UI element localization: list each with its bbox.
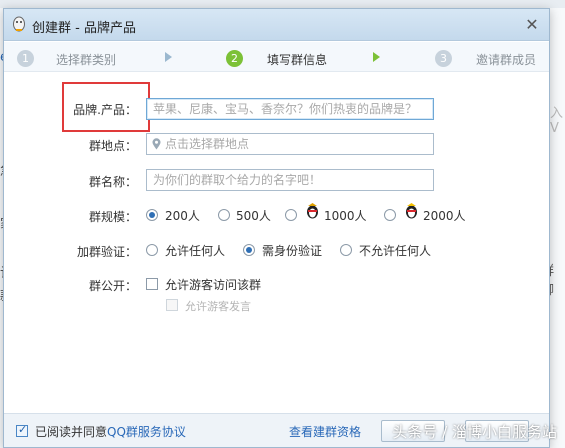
- background-toolbar: [0, 0, 565, 8]
- size-1000-label[interactable]: 1000人: [324, 207, 367, 224]
- visitor-access-checkbox[interactable]: [146, 278, 158, 290]
- step-2-label: 填写群信息: [267, 53, 328, 67]
- size-200-label[interactable]: 200人: [165, 207, 200, 224]
- verify-nobody-label[interactable]: 不允许任何人: [359, 242, 431, 259]
- size-1000-radio[interactable]: [285, 209, 297, 221]
- step-3-number: 3: [435, 50, 452, 67]
- agree-text: 已阅读并同意QQ群服务协议: [35, 423, 186, 440]
- verify-anyone-radio[interactable]: [146, 244, 158, 256]
- size-500-radio[interactable]: [218, 209, 230, 221]
- create-group-dialog: 创建群 - 品牌产品 ✕ 1 选择群类别 2 填写群信息 3 邀请群成员 品牌.…: [3, 8, 550, 448]
- location-pin-icon: [152, 138, 161, 150]
- step-indicator: 1 选择群类别 2 填写群信息 3 邀请群成员: [4, 42, 549, 72]
- visitor-speak-checkbox[interactable]: [166, 299, 178, 311]
- size-500-label[interactable]: 500人: [236, 207, 271, 224]
- verify-anyone-label[interactable]: 允许任何人: [165, 242, 225, 259]
- group-name-input-placeholder: 为你们的群取个给力的名字吧！: [153, 173, 322, 187]
- group-name-label: 群名称：: [88, 175, 137, 189]
- qq-penguin-icon: [307, 203, 318, 219]
- qq-penguin-icon: [406, 203, 417, 219]
- verify-nobody-radio[interactable]: [340, 244, 352, 256]
- close-button[interactable]: ✕: [523, 16, 541, 34]
- brand-input[interactable]: 苹果、尼康、宝马、香奈尔？你们热衷的品牌是？: [146, 98, 434, 120]
- qualification-link[interactable]: 查看建群资格: [289, 423, 361, 440]
- service-agreement-link[interactable]: QQ群服务协议: [107, 425, 186, 439]
- size-2000-label[interactable]: 2000人: [423, 207, 466, 224]
- verify-identity-radio[interactable]: [243, 244, 255, 256]
- step-3-label: 邀请群成员: [476, 53, 537, 67]
- dialog-titlebar[interactable]: 创建群 - 品牌产品 ✕: [4, 9, 549, 41]
- location-input[interactable]: 点击选择群地点: [146, 133, 434, 155]
- public-label: 群公开：: [88, 279, 137, 293]
- step-1-label: 选择群类别: [56, 53, 117, 67]
- size-200-radio[interactable]: [146, 209, 158, 221]
- location-label: 群地点：: [88, 139, 137, 153]
- dialog-title: 创建群 - 品牌产品: [32, 21, 136, 36]
- group-name-input[interactable]: 为你们的群取个给力的名字吧！: [146, 169, 434, 191]
- close-icon: ✕: [525, 15, 539, 34]
- watermark: 头条号 / 淄博小白服务站: [392, 423, 557, 441]
- qq-penguin-icon: [13, 16, 25, 32]
- agree-prefix: 已阅读并同意: [35, 425, 108, 439]
- group-size-label: 群规模：: [88, 210, 137, 224]
- step-arrow-icon: [165, 52, 172, 62]
- visitor-speak-label: 允许游客发言: [185, 300, 251, 313]
- size-2000-radio[interactable]: [384, 209, 396, 221]
- background-text: 入V: [550, 106, 564, 136]
- step-arrow-icon: [373, 52, 380, 62]
- verify-label: 加群验证：: [76, 245, 137, 259]
- brand-input-placeholder: 苹果、尼康、宝马、香奈尔？你们热衷的品牌是？: [153, 102, 418, 116]
- step-1-number: 1: [17, 50, 34, 67]
- location-input-placeholder: 点击选择群地点: [165, 137, 250, 151]
- verify-identity-label[interactable]: 需身份验证: [262, 242, 322, 259]
- agree-checkbox[interactable]: [16, 423, 28, 437]
- step-2-number: 2: [226, 50, 243, 67]
- visitor-access-label[interactable]: 允许游客访问该群: [165, 276, 261, 293]
- brand-label: 品牌.产品：: [73, 103, 137, 117]
